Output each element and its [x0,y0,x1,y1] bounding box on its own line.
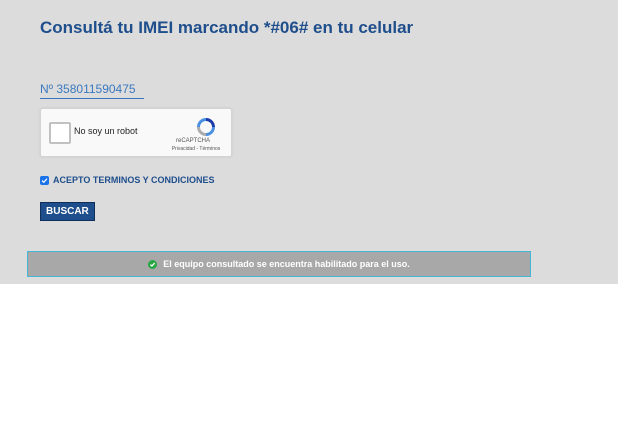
recaptcha-checkbox[interactable] [49,122,71,144]
imei-field[interactable] [40,80,144,99]
page-title: Consultá tu IMEI marcando *#06# en tu ce… [40,18,414,37]
status-text: El equipo consultado se encuentra habili… [163,259,410,269]
recaptcha-widget[interactable]: No soy un robot reCAPTCHA Privacidad - T… [40,108,232,157]
terms-label: ACEPTO TERMINOS Y CONDICIONES [53,175,215,185]
terms-checkbox-row[interactable]: ACEPTO TERMINOS Y CONDICIONES [40,175,215,185]
check-circle-icon [148,259,158,269]
recaptcha-links[interactable]: Privacidad - Términos [161,146,231,152]
checkbox-checked-icon[interactable] [40,175,49,185]
recaptcha-label: No soy un robot [74,126,138,136]
search-button[interactable]: BUSCAR [40,202,95,221]
recaptcha-logo-icon [197,118,215,136]
recaptcha-brand: reCAPTCHA [175,138,210,144]
imei-query-panel: Consultá tu IMEI marcando *#06# en tu ce… [0,0,618,284]
status-message: El equipo consultado se encuentra habili… [27,251,531,277]
